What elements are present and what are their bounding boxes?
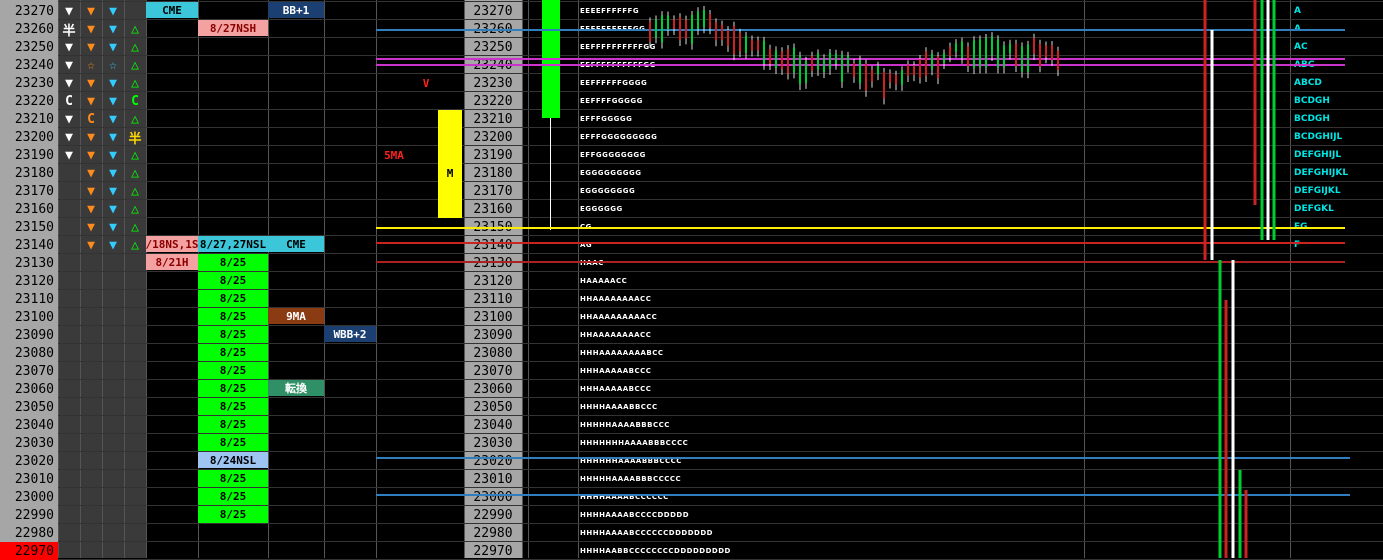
candle-body — [781, 51, 783, 69]
candle-body — [697, 11, 699, 30]
candle-body — [763, 40, 765, 64]
candle-body — [865, 63, 867, 91]
candle-body — [1027, 44, 1029, 73]
candle-body — [847, 55, 849, 67]
candle-body — [667, 15, 669, 30]
price-chart — [649, 0, 1276, 558]
candle-body — [733, 25, 735, 55]
candle-body — [991, 36, 993, 56]
candle-body — [739, 32, 741, 52]
candle-body — [961, 41, 963, 58]
candle-body — [919, 58, 921, 78]
candle-body — [829, 52, 831, 69]
candle-body — [1003, 45, 1005, 68]
candle-body — [1009, 43, 1011, 54]
candle-body — [1057, 50, 1059, 71]
candle-body — [949, 46, 951, 57]
candle-body — [979, 39, 981, 68]
candle-body — [655, 19, 657, 38]
candle-body — [817, 53, 819, 70]
candle-body — [1051, 45, 1053, 60]
candle-body — [721, 24, 723, 40]
candle-body — [1021, 46, 1023, 72]
candle-body — [811, 55, 813, 71]
candle-body — [925, 51, 927, 76]
candle-body — [805, 60, 807, 83]
candle-body — [967, 46, 969, 66]
market-ladder-board: 2327023270232602326023250232502324023240… — [0, 0, 1383, 560]
candle-body — [709, 14, 711, 29]
candle-body — [691, 14, 693, 44]
candle-body — [1033, 37, 1035, 54]
candle-body — [673, 19, 675, 30]
candle-body — [751, 39, 753, 51]
candle-body — [727, 30, 729, 46]
candle-body — [937, 56, 939, 79]
candle-body — [661, 15, 663, 43]
candle-body — [769, 48, 771, 64]
candle-body — [679, 17, 681, 41]
candle-body — [973, 40, 975, 69]
candle-body — [775, 50, 777, 69]
candle-body — [877, 65, 879, 75]
candle-body — [943, 53, 945, 64]
candle-body — [871, 69, 873, 82]
candle-body — [703, 10, 705, 28]
candle-body — [787, 49, 789, 74]
candle-body — [715, 22, 717, 41]
candle-body — [1015, 43, 1017, 67]
candle-body — [985, 38, 987, 68]
candle-body — [823, 58, 825, 73]
candle-body — [913, 65, 915, 76]
candle-body — [841, 54, 843, 82]
candle-body — [685, 19, 687, 39]
candle-body — [793, 47, 795, 73]
candle-body — [997, 39, 999, 68]
candle-body — [889, 73, 891, 83]
candle-body — [883, 71, 885, 99]
candle-body — [757, 40, 759, 51]
candle-body — [649, 21, 651, 42]
candle-body — [1045, 45, 1047, 58]
candle-body — [955, 43, 957, 52]
candle-body — [931, 53, 933, 70]
candle-body — [901, 70, 903, 85]
candle-body — [853, 63, 855, 77]
candle-body — [907, 64, 909, 76]
candle-body — [859, 59, 861, 84]
candle-body — [799, 55, 801, 85]
candle-body — [835, 53, 837, 64]
candle-body — [895, 74, 897, 85]
candle-body — [745, 35, 747, 53]
candle-body — [1039, 43, 1041, 67]
